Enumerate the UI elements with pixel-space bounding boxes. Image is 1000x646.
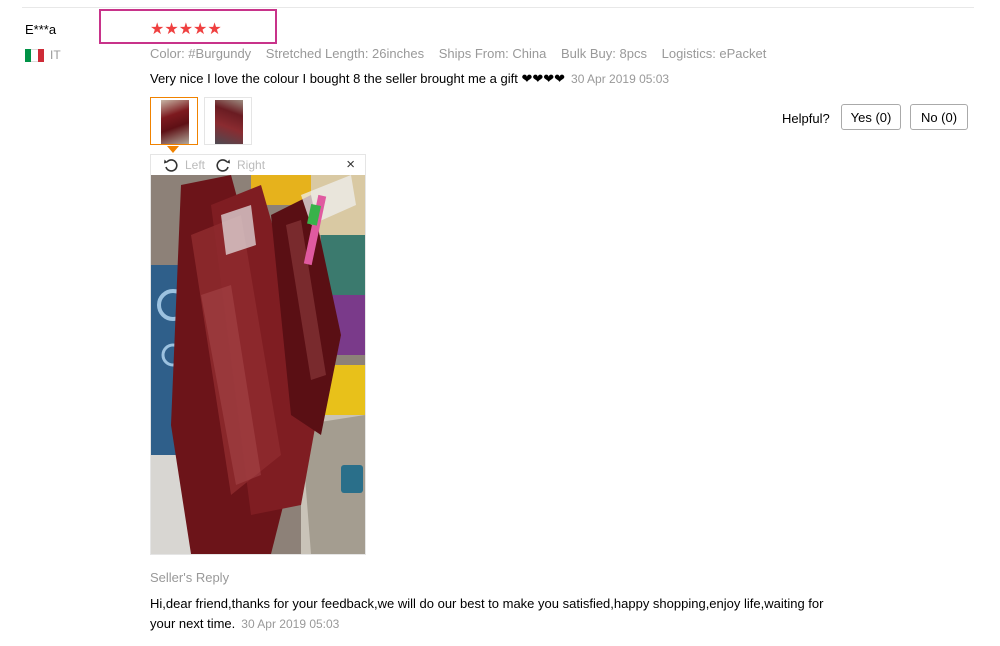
seller-reply: Hi,dear friend,thanks for your feedback,… <box>150 594 850 634</box>
attr-color: Color: #Burgundy <box>150 46 252 61</box>
thumbnail-photo-1[interactable] <box>150 97 198 145</box>
thumbnail-photo-2[interactable] <box>204 97 252 145</box>
italy-flag-icon <box>25 48 44 62</box>
review-text: Very nice I love the colour I bought 8 t… <box>150 71 566 86</box>
attr-logistics: Logistics: ePacket <box>661 46 767 61</box>
thumbnail-image <box>161 100 189 144</box>
rotate-right-icon <box>216 159 231 172</box>
attr-ships-from: Ships From: China <box>438 46 547 61</box>
close-icon[interactable]: × <box>346 156 355 173</box>
attr-length: Stretched Length: 26inches <box>265 46 425 61</box>
country-code: IT <box>50 48 61 62</box>
review-thumbnails <box>150 97 252 145</box>
product-attributes: Color: #Burgundy Stretched Length: 26inc… <box>150 46 777 61</box>
active-thumbnail-caret <box>167 146 179 153</box>
viewer-toolbar: Left Right × <box>151 155 365 175</box>
helpful-no-button[interactable]: No (0) <box>910 104 968 130</box>
seller-reply-label: Seller's Reply <box>150 570 230 585</box>
rotate-left-button[interactable]: Left <box>163 157 205 173</box>
rotate-left-label: Left <box>185 158 206 172</box>
rotate-right-button[interactable]: Right <box>215 157 265 173</box>
seller-reply-date: 30 Apr 2019 05:03 <box>241 617 340 631</box>
reviewer-name: E***a <box>25 22 57 37</box>
review-date: 30 Apr 2019 05:03 <box>571 72 670 86</box>
attr-bulk-buy: Bulk Buy: 8pcs <box>560 46 647 61</box>
rotate-right-label: Right <box>237 158 266 172</box>
divider <box>22 7 974 8</box>
reviewer-country: IT <box>25 48 61 62</box>
photo-viewer: Left Right × <box>150 154 366 555</box>
star-rating: ★★★★★ <box>150 21 222 38</box>
review-photo <box>151 175 365 554</box>
helpful-label: Helpful? <box>782 111 830 126</box>
helpful-yes-button[interactable]: Yes (0) <box>841 104 901 130</box>
rotate-left-icon <box>164 159 178 172</box>
thumbnail-image <box>215 100 243 144</box>
review-content: Very nice I love the colour I bought 8 t… <box>150 71 669 87</box>
